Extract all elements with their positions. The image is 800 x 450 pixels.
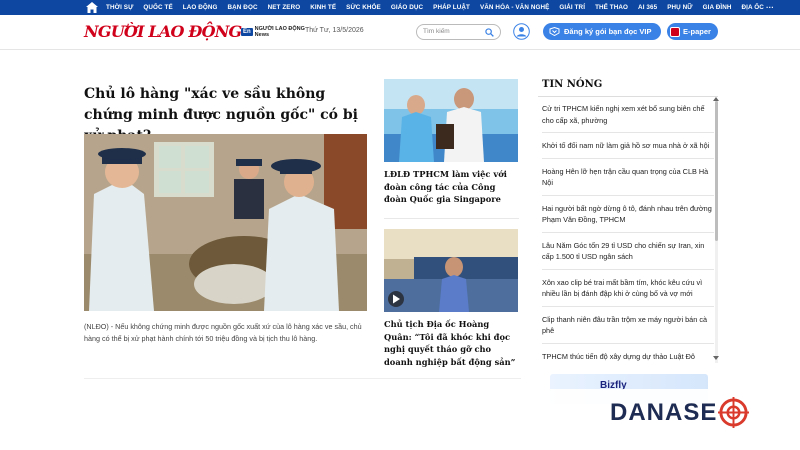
section-divider — [84, 378, 521, 379]
epaper-label: E-paper — [683, 27, 711, 36]
vip-subscribe-button[interactable]: Đăng ký gói bạn đọc VIP — [543, 23, 661, 40]
hot-news-item[interactable]: Lâu Năm Góc tốn 29 tỉ USD cho chiến sự I… — [542, 238, 714, 270]
nav-item[interactable]: THỂ THAO — [595, 4, 628, 11]
nav-item[interactable]: SỨC KHỎE — [346, 4, 381, 11]
nav-item[interactable]: GIÁO DỤC — [391, 4, 423, 11]
hot-news-item[interactable]: Hoàng Hên lỡ hẹn trận cầu quan trọng của… — [542, 164, 714, 196]
nav-more-button[interactable]: ··· — [766, 3, 774, 11]
nav-item[interactable]: PHỤ NỮ — [667, 4, 692, 11]
nav-menu: THỜI SỰ QUỐC TẾ LAO ĐỘNG BẠN ĐỌC NET ZERO KIN… — [106, 4, 764, 11]
secondary-article-image-2[interactable] — [384, 229, 518, 312]
en-badge-text: NGƯỜI LAO ĐỘNG News — [255, 26, 305, 38]
hot-news-list: Cử tri TPHCM kiến nghị xem xét bổ sung b… — [542, 101, 714, 363]
nav-item[interactable]: ĐỊA ỐC — [742, 4, 764, 11]
nav-item[interactable]: THỜI SỰ — [106, 4, 133, 11]
site-header: NGƯỜI LAO ĐỘNG En NGƯỜI LAO ĐỘNG News Th… — [0, 15, 800, 50]
secondary-photo-2 — [384, 229, 518, 312]
hot-news-item[interactable]: TPHCM thúc tiến độ xây dựng dự thảo Luật… — [542, 349, 714, 364]
nav-item[interactable]: VĂN HÓA - VĂN NGHỆ — [480, 4, 549, 11]
hot-news-item[interactable]: Xôn xao clip bé trai mất bầm tím, khóc k… — [542, 275, 714, 307]
site-logo[interactable]: NGƯỜI LAO ĐỘNG — [84, 22, 242, 41]
hot-news-item[interactable]: Hai người bất ngờ dừng ô tô, đánh nhau t… — [542, 201, 714, 233]
search-placeholder: Tìm kiếm — [423, 28, 450, 35]
secondary-article-title-1[interactable]: LĐLĐ TPHCM làm việc với đoàn công tác củ… — [384, 168, 519, 206]
user-account-icon[interactable] — [513, 23, 530, 40]
vip-subscribe-label: Đăng ký gói bạn đọc VIP — [564, 27, 652, 36]
home-icon[interactable] — [86, 2, 98, 13]
hot-news-item[interactable]: Cử tri TPHCM kiến nghị xem xét bổ sung b… — [542, 101, 714, 133]
lead-article-image[interactable] — [84, 134, 367, 311]
search-input[interactable]: Tìm kiếm — [416, 24, 501, 40]
nav-item[interactable]: GIA ĐÌNH — [703, 4, 732, 11]
scroll-up-icon[interactable] — [713, 97, 719, 101]
en-badge-line-2: News — [254, 32, 270, 38]
hot-news-divider — [538, 96, 718, 97]
target-icon — [718, 397, 750, 428]
epaper-button[interactable]: E-paper — [667, 23, 718, 40]
hot-news-scroll-thumb[interactable] — [715, 101, 718, 241]
top-nav-bar: THỜI SỰ QUỐC TẾ LAO ĐỘNG BẠN ĐỌC NET ZERO KIN… — [0, 0, 800, 15]
scroll-down-icon[interactable] — [713, 356, 719, 360]
nav-item[interactable]: GIẢI TRÍ — [559, 4, 585, 11]
epaper-icon — [670, 26, 680, 37]
lead-article-summary: (NLĐO) - Nếu không chứng minh được nguồn… — [84, 322, 362, 343]
secondary-divider — [384, 218, 519, 219]
nav-item[interactable]: NET ZERO — [268, 4, 301, 11]
secondary-photo-1 — [384, 79, 518, 162]
watermark-text: DANASE — [610, 398, 718, 426]
lead-photo-illustration — [84, 134, 367, 311]
secondary-article-image-1[interactable] — [384, 79, 518, 162]
nav-item[interactable]: KINH TẾ — [310, 4, 336, 11]
watermark-logo: DANASE — [610, 397, 750, 428]
vip-icon — [549, 27, 560, 36]
nav-item[interactable]: BẠN ĐỌC — [228, 4, 258, 11]
secondary-article-title-2[interactable]: Chủ tịch Địa ốc Hoàng Quân: “Tôi đã khóc… — [384, 318, 519, 368]
english-edition-link[interactable]: En NGƯỜI LAO ĐỘNG News — [241, 26, 305, 38]
en-badge: En — [241, 28, 253, 36]
nav-item[interactable]: QUỐC TẾ — [143, 4, 172, 11]
hot-news-item[interactable]: Khởi tố đối nam nữ làm giả hồ sơ mua nhà… — [542, 138, 714, 159]
hot-news-item[interactable]: Clip thanh niên đâu trần trộm xe máy ngư… — [542, 312, 714, 344]
nav-item[interactable]: AI 365 — [638, 4, 657, 11]
current-date: Thứ Tư, 13/5/2026 — [305, 27, 364, 34]
search-icon[interactable] — [485, 28, 494, 37]
hot-news-heading: TIN NÓNG — [542, 79, 603, 90]
nav-item[interactable]: LAO ĐỘNG — [183, 4, 218, 11]
nav-item[interactable]: PHÁP LUẬT — [433, 4, 470, 11]
